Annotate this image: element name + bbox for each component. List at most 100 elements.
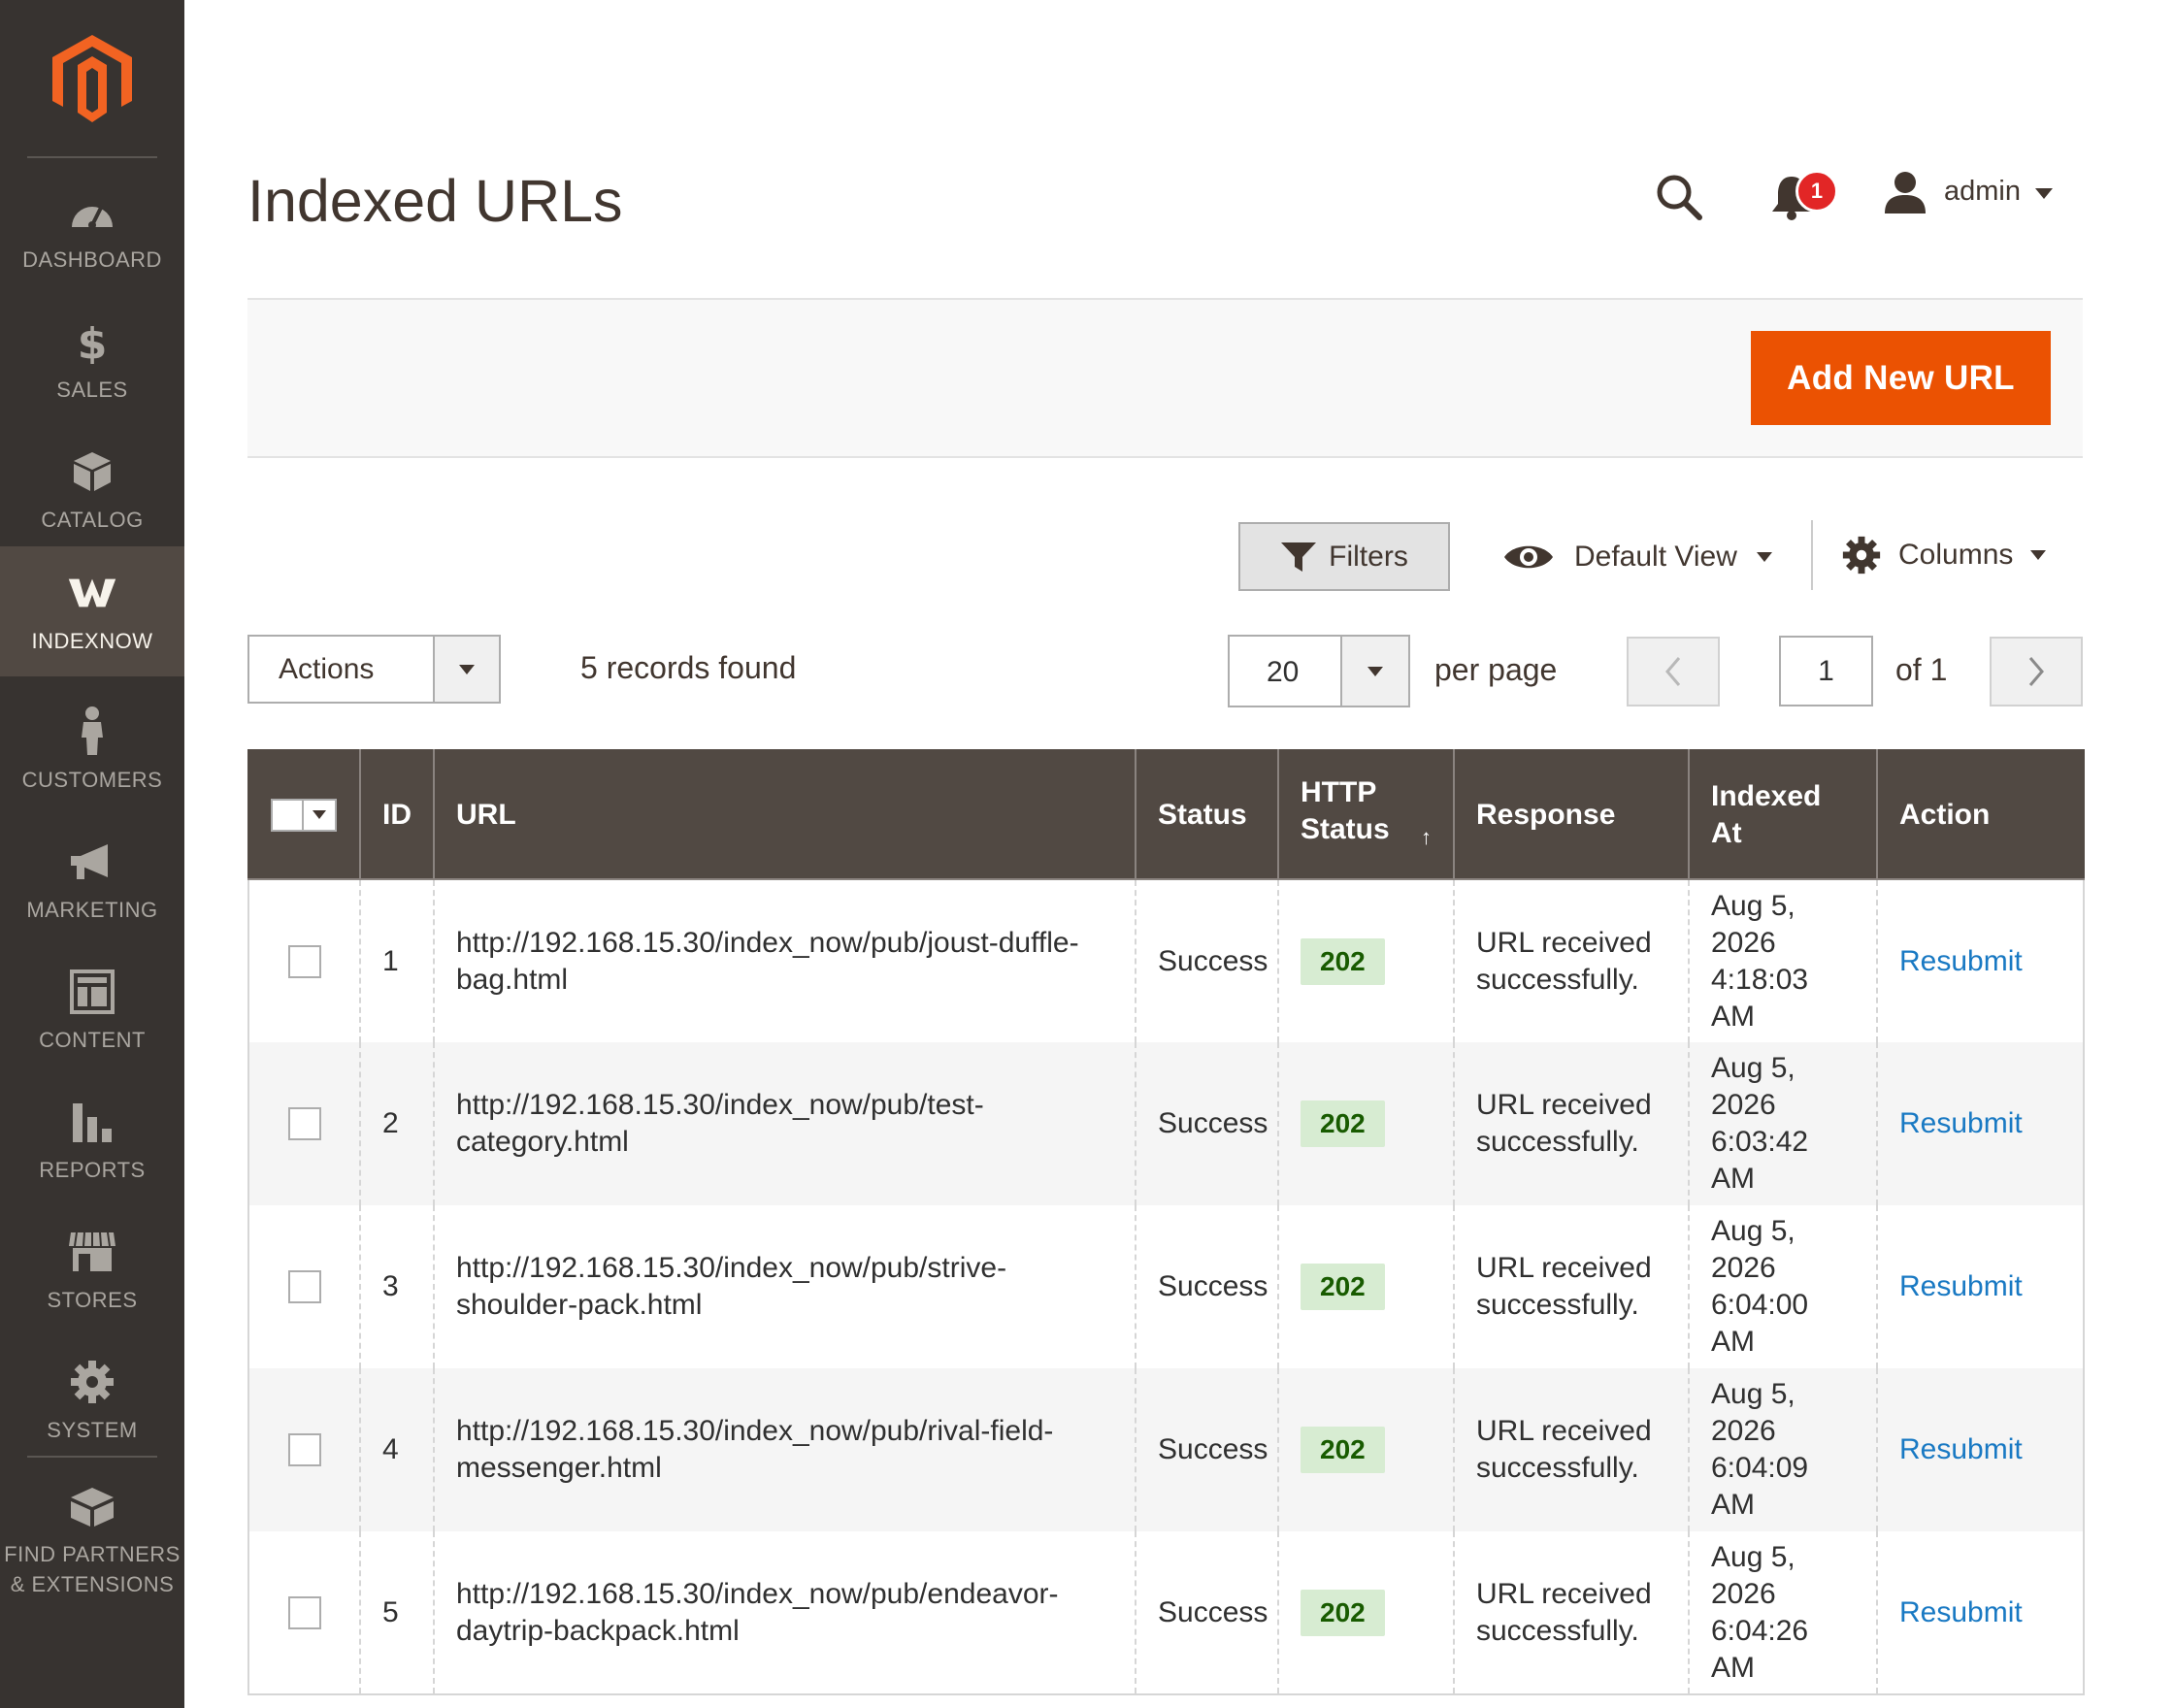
cell-indexed-at: Aug 5, 2026 4:18:03 AM xyxy=(1688,879,1878,1042)
user-name[interactable]: admin xyxy=(1944,176,2021,208)
bar-chart-icon xyxy=(67,1097,117,1147)
sidebar-item-label: CATALOG xyxy=(41,507,144,532)
filters-button[interactable]: Filters xyxy=(1238,522,1450,591)
user-menu-chevron-down-icon[interactable] xyxy=(2035,188,2053,199)
http-status-badge: 202 xyxy=(1301,937,1385,985)
cell-status: Success xyxy=(1135,1042,1279,1205)
row-checkbox[interactable] xyxy=(288,1107,321,1140)
sidebar-item-content[interactable]: CONTENT xyxy=(0,945,184,1075)
cell-indexed-at: Aug 5, 2026 6:03:42 AM xyxy=(1688,1042,1878,1205)
mass-actions-toggle[interactable] xyxy=(433,637,499,702)
sidebar-item-sales[interactable]: $ SALES xyxy=(0,295,184,425)
resubmit-link[interactable]: Resubmit xyxy=(1899,1270,2023,1302)
http-status-badge: 202 xyxy=(1301,1264,1385,1310)
indexnow-icon xyxy=(67,568,117,618)
indexed-urls-grid: ID URL Status HTTP Status ↑ Response Inde… xyxy=(247,749,2085,1695)
row-checkbox[interactable] xyxy=(288,1270,321,1303)
cell-action: Resubmit xyxy=(1876,1368,2085,1531)
mass-select-control[interactable] xyxy=(271,798,338,832)
cell-http-status: 202 xyxy=(1277,1042,1455,1205)
row-checkbox[interactable] xyxy=(288,1433,321,1466)
column-header-status[interactable]: Status xyxy=(1135,749,1279,880)
chevron-left-icon xyxy=(1665,657,1681,686)
person-icon xyxy=(67,706,117,757)
previous-page-button[interactable] xyxy=(1627,637,1720,706)
row-checkbox[interactable] xyxy=(288,1595,321,1629)
cell-action: Resubmit xyxy=(1876,1042,2085,1205)
chevron-down-icon xyxy=(459,664,475,674)
resubmit-link[interactable]: Resubmit xyxy=(1899,1596,2023,1628)
next-page-button[interactable] xyxy=(1990,637,2083,706)
cell-indexed-at: Aug 5, 2026 6:04:09 AM xyxy=(1688,1368,1878,1531)
row-checkbox[interactable] xyxy=(288,944,321,978)
sidebar-item-dashboard[interactable]: DASHBOARD xyxy=(0,165,184,295)
gear-icon xyxy=(67,1357,117,1407)
global-search-button[interactable] xyxy=(1655,173,1703,221)
column-header-http-status-label: HTTP Status xyxy=(1301,775,1390,845)
sidebar-item-customers[interactable]: CUSTOMERS xyxy=(0,685,184,815)
resubmit-link[interactable]: Resubmit xyxy=(1899,1107,2023,1139)
select-all-checkbox[interactable] xyxy=(271,798,304,832)
column-header-response[interactable]: Response xyxy=(1453,749,1690,880)
column-header-id[interactable]: ID xyxy=(359,749,435,880)
magento-logo[interactable] xyxy=(0,0,184,157)
cell-response: URL received successfully. xyxy=(1453,879,1690,1042)
cell-http-status: 202 xyxy=(1277,1531,1455,1695)
layout-icon xyxy=(67,967,117,1017)
row-select-cell xyxy=(247,1531,361,1695)
cell-id: 1 xyxy=(359,879,435,1042)
table-row: 5 http://192.168.15.30/index_now/pub/end… xyxy=(247,1531,2085,1695)
sidebar-item-indexnow[interactable]: INDEXNOW xyxy=(0,546,184,676)
mass-actions-label: Actions xyxy=(279,653,375,685)
http-status-badge: 202 xyxy=(1301,1100,1385,1147)
cell-id: 2 xyxy=(359,1042,435,1205)
cell-http-status: 202 xyxy=(1277,879,1455,1042)
cell-url: http://192.168.15.30/index_now/pub/test-… xyxy=(433,1042,1136,1205)
sidebar-item-find-partners[interactable]: FIND PARTNERS & EXTENSIONS xyxy=(0,1467,184,1613)
cell-id: 3 xyxy=(359,1205,435,1368)
sort-ascending-icon: ↑ xyxy=(1421,824,1432,849)
cell-action: Resubmit xyxy=(1876,1205,2085,1368)
cell-status: Success xyxy=(1135,879,1279,1042)
per-page-select[interactable]: 20 xyxy=(1228,635,1410,707)
sidebar-item-marketing[interactable]: MARKETING xyxy=(0,815,184,945)
user-menu-button[interactable] xyxy=(1883,171,1927,215)
page-total: of 1 xyxy=(1895,652,1948,687)
table-row: 1 http://192.168.15.30/index_now/pub/jou… xyxy=(247,879,2085,1042)
row-select-cell xyxy=(247,879,361,1042)
columns-control[interactable]: Columns xyxy=(1842,534,2047,576)
resubmit-link[interactable]: Resubmit xyxy=(1899,945,2023,977)
mass-actions-select[interactable]: Actions xyxy=(247,635,501,704)
page-number-input[interactable]: 1 xyxy=(1779,636,1873,706)
http-status-badge: 202 xyxy=(1301,1589,1385,1636)
table-row: 2 http://192.168.15.30/index_now/pub/tes… xyxy=(247,1042,2085,1205)
notifications-count-badge: 1 xyxy=(1795,170,1838,213)
view-switcher[interactable]: Default View xyxy=(1502,536,1772,578)
per-page-toggle[interactable] xyxy=(1340,637,1408,706)
sidebar-item-system[interactable]: SYSTEM xyxy=(0,1335,184,1465)
sidebar-item-catalog[interactable]: CATALOG xyxy=(0,425,184,555)
column-header-http-status[interactable]: HTTP Status ↑ xyxy=(1277,749,1455,880)
http-status-badge: 202 xyxy=(1301,1427,1385,1473)
cell-id: 4 xyxy=(359,1368,435,1531)
sidebar-item-label: CONTENT xyxy=(39,1027,146,1052)
cell-status: Success xyxy=(1135,1368,1279,1531)
chevron-down-icon xyxy=(313,810,326,819)
resubmit-link[interactable]: Resubmit xyxy=(1899,1433,2023,1465)
blocks-icon xyxy=(67,1481,117,1531)
sidebar-item-stores[interactable]: STORES xyxy=(0,1205,184,1335)
mass-select-toggle[interactable] xyxy=(304,798,337,832)
page-title: Indexed URLs xyxy=(247,168,623,234)
sidebar-item-reports[interactable]: REPORTS xyxy=(0,1075,184,1205)
filter-icon xyxy=(1281,542,1317,572)
column-header-url[interactable]: URL xyxy=(433,749,1136,880)
column-header-indexed-at[interactable]: Indexed At xyxy=(1688,749,1878,880)
row-select-cell xyxy=(247,1042,361,1205)
sidebar-item-label: REPORTS xyxy=(39,1157,146,1182)
admin-sidebar: DASHBOARD $ SALES CATALOG INDEXNOW CUSTO… xyxy=(0,0,184,1708)
add-new-url-button[interactable]: Add New URL xyxy=(1751,331,2051,425)
magento-logo-icon xyxy=(52,35,132,122)
sidebar-item-label: DASHBOARD xyxy=(22,246,162,272)
sidebar-item-label: SALES xyxy=(56,377,128,402)
column-header-action: Action xyxy=(1876,749,2085,880)
